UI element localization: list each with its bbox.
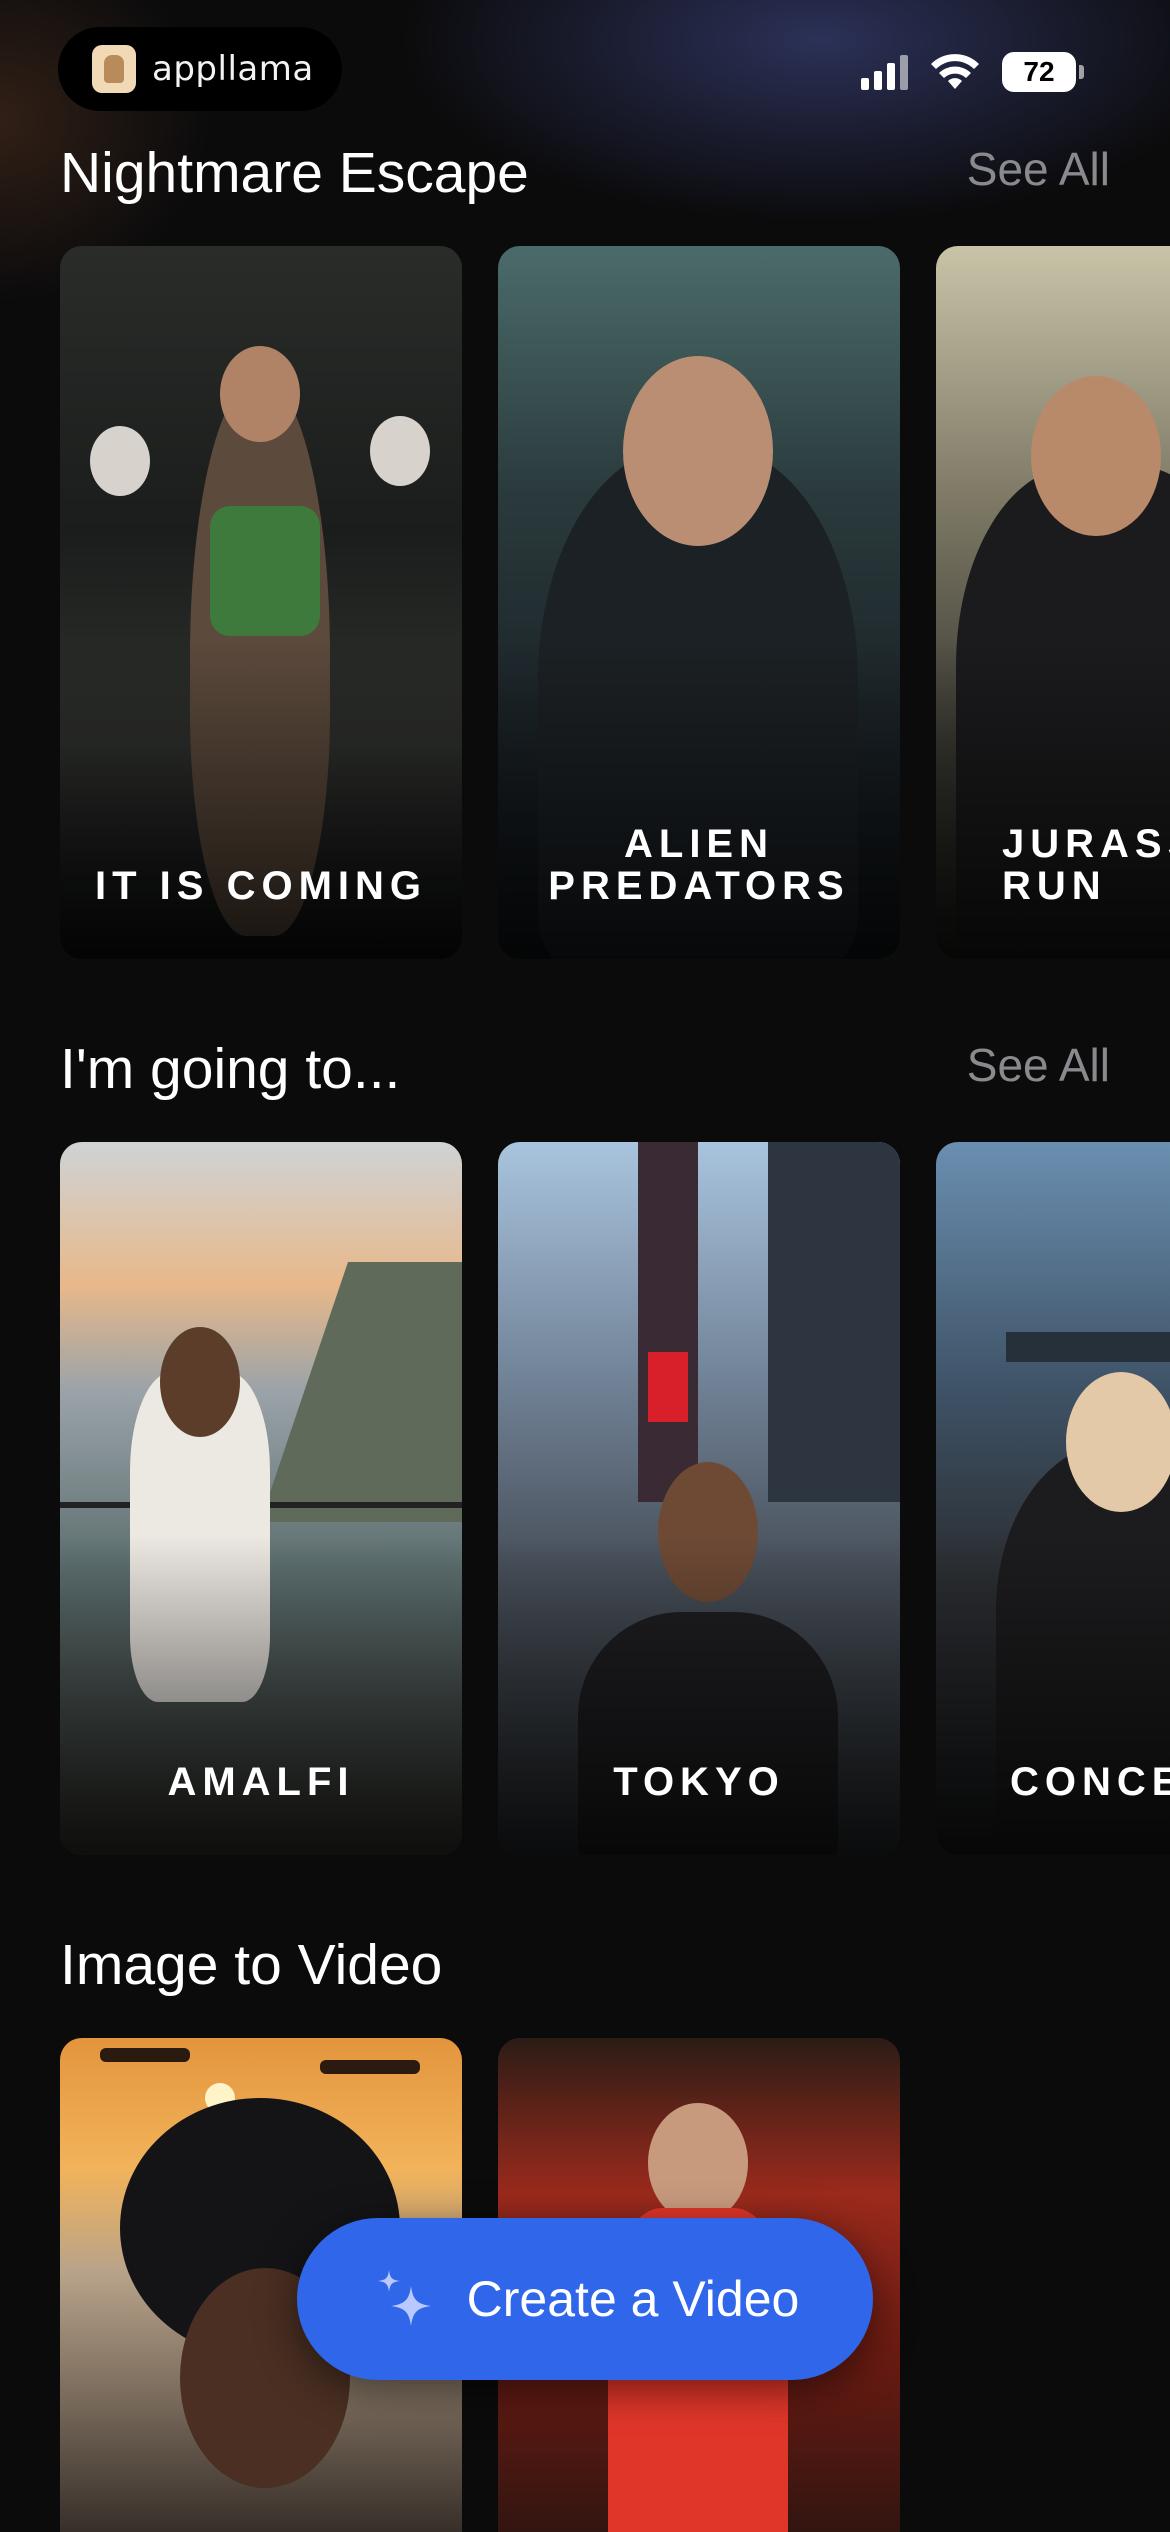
home-screen: appllama 72 Nightmare Escape See All IT … xyxy=(0,0,1170,2532)
card-label: ALIEN PREDATORS xyxy=(548,822,850,908)
brand-pill[interactable]: appllama xyxy=(58,27,342,111)
template-card-jurassic-run[interactable]: JURASSIC RUN xyxy=(936,246,1170,959)
card-label: IT IS COMING xyxy=(95,864,427,908)
im-going-to-carousel[interactable]: AMALFI TOKYO CONCERT xyxy=(60,1142,1170,1855)
status-bar: appllama 72 xyxy=(0,0,1170,140)
create-video-button[interactable]: Create a Video xyxy=(297,2218,873,2380)
create-video-label: Create a Video xyxy=(466,2271,800,2327)
cellular-signal-icon xyxy=(861,54,908,90)
see-all-nightmare-escape[interactable]: See All xyxy=(967,142,1110,196)
template-card-tokyo[interactable]: TOKYO xyxy=(498,1142,900,1855)
section-title-image-to-video: Image to Video xyxy=(60,1933,443,1997)
battery-level: 72 xyxy=(1002,52,1076,92)
nightmare-escape-carousel[interactable]: IT IS COMING ALIEN PREDATORS JURASSIC RU… xyxy=(60,246,1170,959)
card-label: AMALFI xyxy=(167,1760,355,1804)
brand-name: appllama xyxy=(152,49,314,89)
card-label: JURASSIC RUN xyxy=(1002,822,1170,908)
status-icons: 72 xyxy=(861,52,1084,92)
template-card-concert[interactable]: CONCERT xyxy=(936,1142,1170,1855)
battery-icon: 72 xyxy=(1002,52,1084,92)
template-card-amalfi[interactable]: AMALFI xyxy=(60,1142,462,1855)
section-title-nightmare-escape: Nightmare Escape xyxy=(60,141,529,205)
card-label: CONCERT xyxy=(1010,1760,1170,1804)
wifi-icon xyxy=(931,54,979,89)
see-all-im-going-to[interactable]: See All xyxy=(967,1038,1110,1092)
template-card-alien-predators[interactable]: ALIEN PREDATORS xyxy=(498,246,900,959)
llama-logo-icon xyxy=(92,45,136,93)
template-card-it-is-coming[interactable]: IT IS COMING xyxy=(60,246,462,959)
card-label: TOKYO xyxy=(613,1760,785,1804)
sparkles-icon xyxy=(377,2270,431,2326)
section-title-im-going-to: I'm going to... xyxy=(60,1037,401,1101)
